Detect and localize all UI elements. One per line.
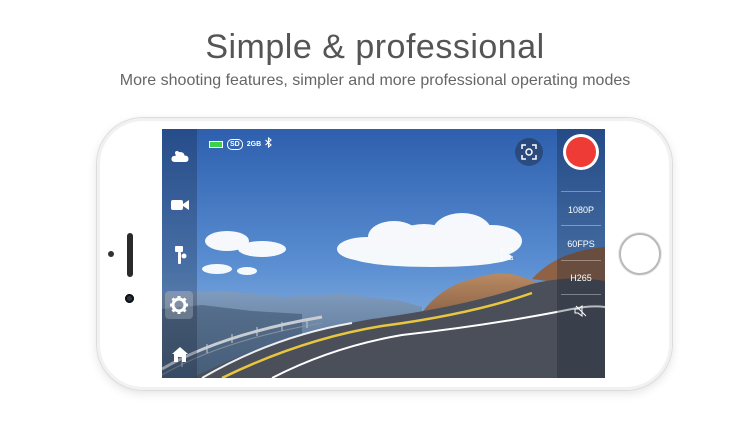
camera-preview-scene [162, 129, 605, 378]
camera-frame-icon [521, 144, 537, 160]
phone-speaker [127, 233, 133, 277]
promo-title: Simple & professional [205, 28, 545, 66]
bluetooth-icon [265, 135, 272, 153]
storage-label: 2GB [246, 140, 262, 148]
phone-home-button[interactable] [619, 233, 661, 275]
record-button[interactable] [563, 134, 599, 170]
divider [561, 191, 601, 192]
capture-mode-button[interactable] [515, 138, 543, 166]
gimbal-icon[interactable] [167, 242, 193, 268]
record-indicator [566, 137, 596, 167]
phone-sensor [108, 251, 114, 257]
camera-screen: SD 2GB 1080P 60FPS H265 [162, 129, 605, 378]
speaker-muted-icon [574, 305, 587, 317]
divider [561, 260, 601, 261]
sd-card-label: SD [227, 138, 243, 150]
battery-icon [209, 140, 223, 148]
divider [561, 294, 601, 295]
codec-setting[interactable]: H265 [557, 273, 605, 283]
focus-cross-icon [501, 248, 513, 260]
status-bar: SD 2GB [209, 135, 272, 153]
framerate-setting[interactable]: 60FPS [557, 239, 605, 249]
divider [561, 225, 601, 226]
promo-subtitle: More shooting features, simpler and more… [119, 72, 631, 89]
home-icon[interactable] [167, 341, 193, 367]
gear-icon[interactable] [165, 291, 193, 319]
cloud-icon[interactable] [167, 143, 193, 169]
mute-toggle[interactable] [557, 305, 605, 319]
video-camera-icon[interactable] [167, 192, 193, 218]
resolution-setting[interactable]: 1080P [557, 205, 605, 215]
phone-front-camera [125, 294, 134, 303]
